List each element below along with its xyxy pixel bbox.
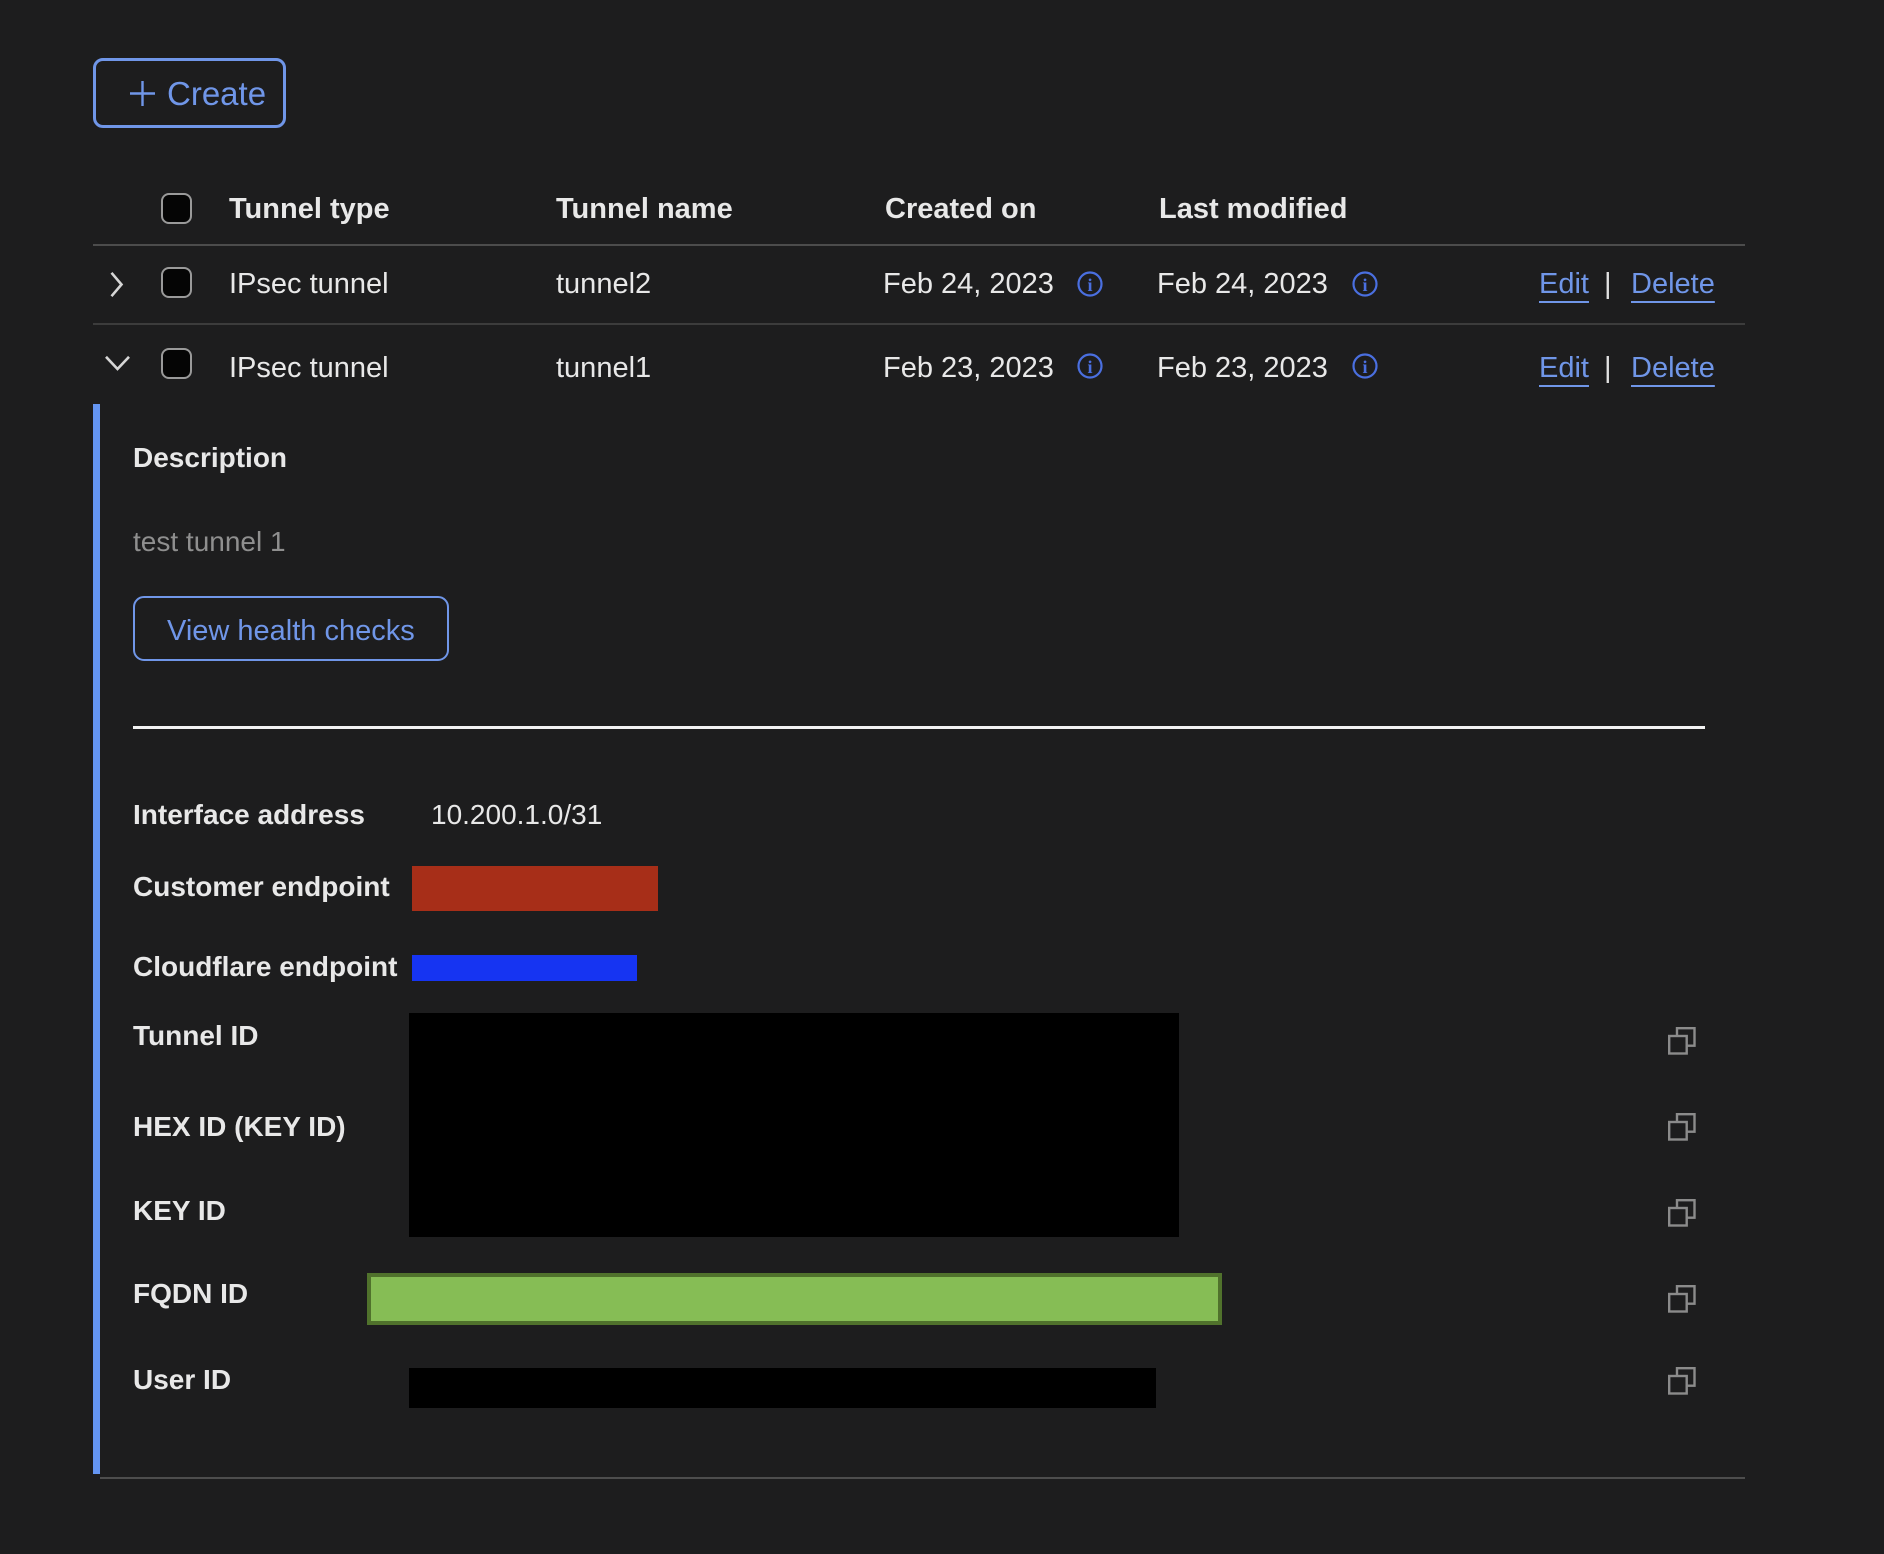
svg-text:i: i xyxy=(1087,357,1092,377)
svg-text:i: i xyxy=(1362,275,1367,295)
svg-text:i: i xyxy=(1087,275,1092,295)
svg-text:i: i xyxy=(1362,357,1367,377)
